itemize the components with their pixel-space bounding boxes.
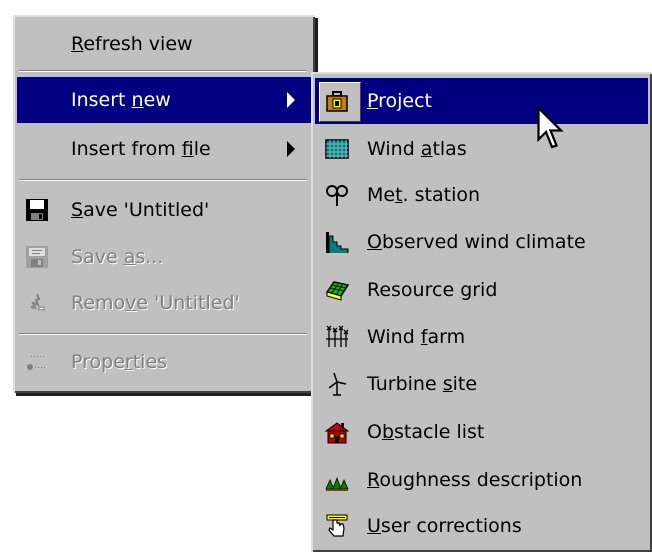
submenu-item-obstacle-list[interactable]: Obstacle list bbox=[315, 409, 648, 455]
mouse-cursor-icon bbox=[537, 106, 564, 149]
menu-item-label: Save 'Untitled' bbox=[71, 199, 210, 221]
menu-item-label: Roughness description bbox=[367, 469, 583, 491]
menu-item-label: Insert new bbox=[71, 89, 171, 111]
anemometer-icon bbox=[326, 185, 348, 206]
hand-pointer-icon bbox=[326, 514, 348, 537]
context-menu: Refresh view Insert new Insert from file… bbox=[13, 15, 315, 393]
menu-item-label: Wind atlas bbox=[367, 138, 467, 160]
submenu-item-turbine-site[interactable]: Turbine site bbox=[315, 361, 648, 407]
menu-item-refresh-view[interactable]: Refresh view bbox=[17, 21, 311, 67]
submenu-item-roughness-description[interactable]: Roughness description bbox=[315, 457, 648, 503]
properties-icon bbox=[27, 356, 45, 370]
menu-item-label: Properties bbox=[71, 351, 168, 373]
save-as-icon bbox=[26, 246, 48, 268]
menu-item-label: Remove 'Untitled' bbox=[71, 292, 240, 314]
trees-icon bbox=[325, 476, 349, 491]
menu-separator bbox=[19, 70, 307, 72]
house-icon bbox=[325, 422, 349, 444]
menu-item-label: Turbine site bbox=[367, 373, 478, 395]
menu-item-properties[interactable]: Properties bbox=[17, 339, 311, 385]
submenu-arrow-icon bbox=[287, 141, 295, 157]
menu-item-save-as[interactable]: Save as... bbox=[17, 234, 311, 280]
menu-item-insert-new[interactable]: Insert new bbox=[17, 77, 311, 123]
menu-item-label: Project bbox=[367, 90, 433, 112]
menu-item-label: Obstacle list bbox=[367, 421, 485, 443]
submenu-item-wind-farm[interactable]: Wind farm bbox=[315, 314, 648, 360]
briefcase-icon bbox=[326, 91, 348, 112]
menu-item-remove[interactable]: Remove 'Untitled' bbox=[17, 280, 311, 326]
submenu-item-resource-grid[interactable]: Resource grid bbox=[315, 267, 648, 313]
menu-item-label: Save as... bbox=[71, 246, 164, 268]
menu-item-label: Wind farm bbox=[367, 326, 466, 348]
menu-item-label: User corrections bbox=[367, 515, 522, 537]
menu-item-insert-from-file[interactable]: Insert from file bbox=[17, 126, 311, 172]
submenu-item-met-station[interactable]: Met. station bbox=[315, 172, 648, 218]
menu-item-save[interactable]: Save 'Untitled' bbox=[17, 187, 311, 233]
map-grid-icon bbox=[325, 139, 349, 159]
menu-item-label: Met. station bbox=[367, 184, 481, 206]
resource-grid-icon bbox=[325, 281, 349, 301]
submenu-item-wind-atlas[interactable]: Wind atlas bbox=[315, 126, 648, 172]
insert-new-submenu: Project Wind atlas Met. station Observed… bbox=[311, 72, 652, 552]
menu-item-label: Resource grid bbox=[367, 279, 498, 301]
submenu-item-observed-wind-climate[interactable]: Observed wind climate bbox=[315, 219, 648, 265]
menu-item-label: Insert from file bbox=[71, 138, 211, 160]
submenu-item-project[interactable]: Project bbox=[315, 78, 648, 124]
menu-item-label: Refresh view bbox=[71, 33, 193, 55]
remove-icon bbox=[30, 293, 45, 311]
menu-separator bbox=[19, 333, 307, 335]
turbine-icon bbox=[328, 372, 347, 396]
menu-separator bbox=[19, 179, 307, 181]
menu-item-label: Observed wind climate bbox=[367, 231, 586, 253]
wind-farm-icon bbox=[326, 325, 349, 347]
floppy-disk-icon bbox=[26, 199, 48, 221]
histogram-icon bbox=[326, 232, 349, 253]
submenu-arrow-icon bbox=[287, 92, 295, 108]
submenu-item-user-corrections[interactable]: User corrections bbox=[315, 503, 648, 549]
